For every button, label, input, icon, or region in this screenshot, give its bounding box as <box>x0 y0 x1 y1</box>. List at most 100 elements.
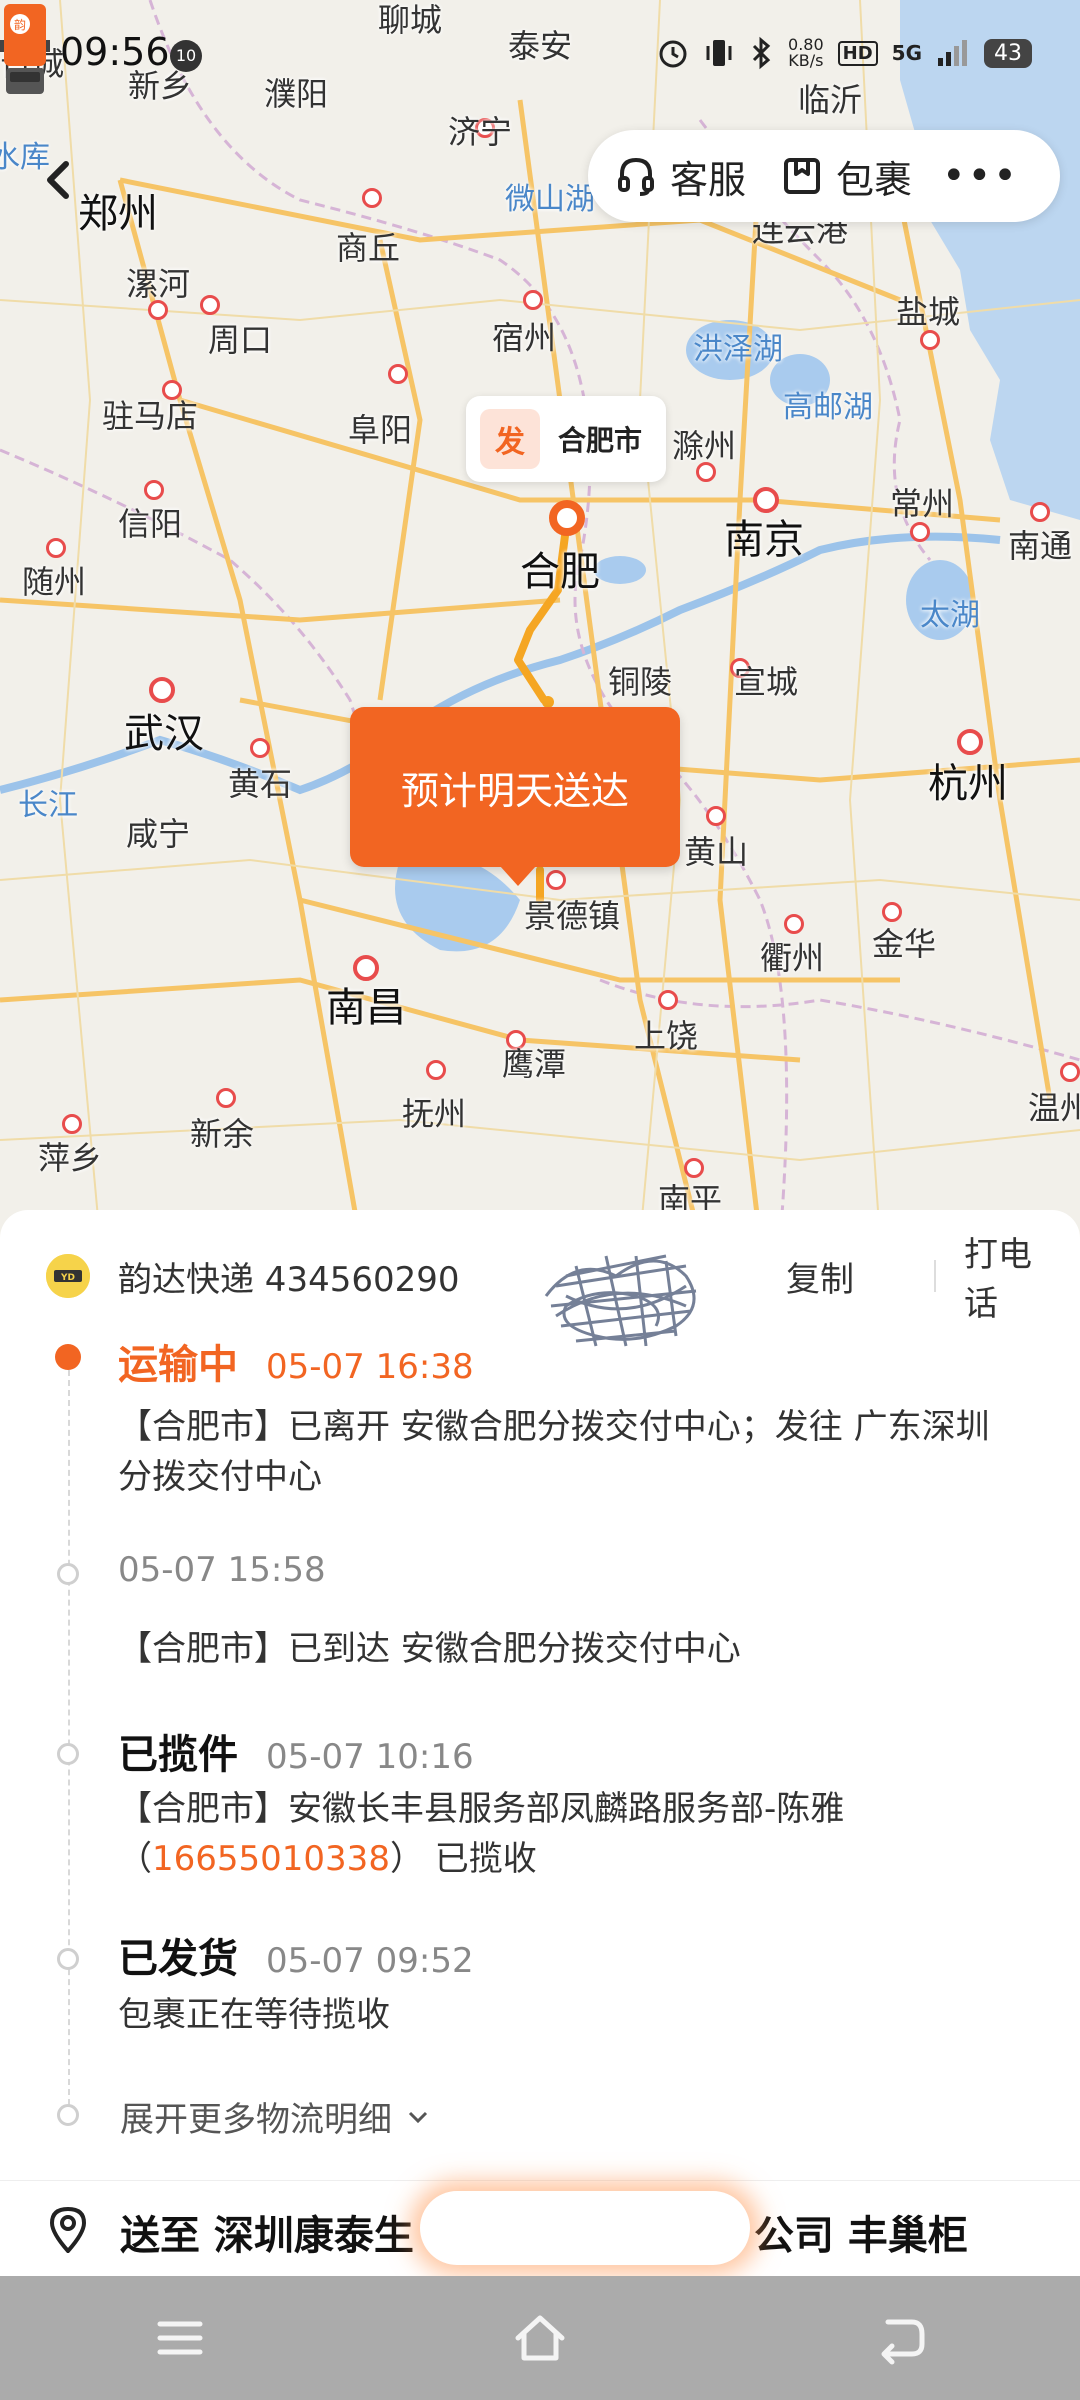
city-dot <box>62 1114 82 1134</box>
top-action-bar: 客服 包裹 ••• <box>588 130 1060 222</box>
map-label: 高邮湖 <box>783 390 873 425</box>
map-label: 滁州 <box>671 427 737 465</box>
map-label: 衢州 <box>759 939 825 977</box>
map-label: 随州 <box>21 563 87 601</box>
city-dot <box>216 1088 236 1108</box>
map-label: 杭州 <box>928 761 1008 807</box>
notification-badge: 10 <box>170 40 202 72</box>
timeline-status: 已揽件 <box>118 1732 238 1778</box>
map-label: 微山湖 <box>505 182 595 217</box>
map-label: 鹰潭 <box>501 1045 567 1083</box>
status-bar: 09:56 10 0.80 KB/s HD 5G 43 <box>0 0 1080 110</box>
tracking-number: 韵达快递 434560290 <box>118 1259 460 1300</box>
city-dot <box>46 538 66 558</box>
map-label: 铜陵 <box>607 663 673 701</box>
copy-button[interactable]: 复制 <box>786 1252 854 1301</box>
map-label: 盐城 <box>895 293 961 331</box>
city-dot <box>910 522 930 542</box>
net-speed: 0.80 KB/s <box>788 35 824 70</box>
back-arrow-icon[interactable] <box>30 150 90 210</box>
city-dot <box>388 364 408 384</box>
timeline-time: 05-07 15:58 <box>118 1550 326 1590</box>
menu-icon[interactable] <box>150 2308 210 2368</box>
map-label: 上饶 <box>633 1017 699 1055</box>
map-label: 济宁 <box>447 113 513 151</box>
timeline-desc: 包裹正在等待揽收 <box>118 1995 390 2035</box>
location-pin-icon <box>49 2206 87 2253</box>
customer-service-button[interactable]: 客服 <box>614 149 746 204</box>
city-dot <box>200 295 220 315</box>
map-label: 太湖 <box>920 598 980 633</box>
map-label: 南京 <box>724 517 804 563</box>
timeline-status: 已发货 <box>118 1936 238 1982</box>
package-label: 包裹 <box>836 157 913 202</box>
map-label: 金华 <box>871 925 937 963</box>
city-dot <box>1060 1062 1080 1082</box>
city-dot <box>149 677 175 703</box>
map-label: 景德镇 <box>523 897 621 935</box>
address-suffix: 公司 丰巢柜 <box>753 2213 968 2259</box>
vibrate-icon <box>706 40 732 66</box>
map-label: 周口 <box>207 321 273 359</box>
origin-marker[interactable]: 发 合肥市 <box>466 396 667 482</box>
courier-phone-link[interactable]: 16655010338 <box>152 1839 390 1879</box>
timeline-dot <box>57 2104 79 2126</box>
map-label: 宿州 <box>491 319 557 357</box>
timeline-desc: 【合肥市】已到达 安徽合肥分拨交付中心 <box>118 1629 741 1669</box>
city-dot <box>1030 502 1050 522</box>
chevron-down-icon <box>408 2111 428 2123</box>
package-icon <box>784 158 821 194</box>
courier-row: YD 韵达快递 434560290 复制 打电话 <box>46 1235 1036 1347</box>
home-icon[interactable] <box>510 2308 570 2368</box>
city-dot <box>706 806 726 826</box>
expand-details-button[interactable]: 展开更多物流明细 <box>120 2092 432 2141</box>
signal-5g: 5G <box>891 41 922 65</box>
eta-bubble: 预计明天送达 <box>350 707 680 867</box>
city-dot <box>920 330 940 350</box>
map-label: 萍乡 <box>37 1139 103 1177</box>
package-button[interactable]: 包裹 <box>780 149 912 204</box>
timeline-dot-active <box>55 1344 81 1370</box>
system-nav-bar <box>0 2276 1080 2400</box>
map-label: 阜阳 <box>347 411 413 449</box>
timeline-entry-header: 已揽件 05-07 10:16 <box>118 1722 474 1780</box>
city-dot <box>523 290 543 310</box>
origin-badge: 发 <box>480 409 540 469</box>
map-label: 咸宁 <box>125 815 191 853</box>
expand-details-label: 展开更多物流明细 <box>120 2100 392 2140</box>
origin-city: 合肥市 <box>558 424 643 457</box>
headset-icon <box>618 157 654 196</box>
map-label: 合肥 <box>520 549 600 595</box>
back-nav-icon[interactable] <box>870 2308 930 2368</box>
city-dot <box>426 1060 446 1080</box>
city-dot <box>784 914 804 934</box>
map-label: 抚州 <box>401 1095 467 1133</box>
delivery-address-bar[interactable]: 送至 深圳康泰生 公司 丰巢柜 <box>0 2180 1080 2277</box>
signal-icon <box>938 40 967 66</box>
timeline-entry-header: 已发货 05-07 09:52 <box>118 1926 474 1984</box>
timeline-desc: 【合肥市】已离开 安徽合肥分拨交付中心；发往 广东深圳分拨交付中心 <box>118 1407 990 1497</box>
call-button[interactable]: 打电话 <box>964 1227 1036 1325</box>
map-label: 武汉 <box>124 711 204 757</box>
eta-bubble-tail <box>500 866 536 886</box>
city-dot <box>546 870 566 890</box>
map-label: 新余 <box>189 1115 255 1153</box>
map-label: 南通 <box>1007 527 1073 565</box>
map-label: 商丘 <box>335 229 401 267</box>
timeline-dot <box>57 1948 79 1970</box>
divider <box>934 1260 936 1292</box>
timeline-desc: 【合肥市】安徽长丰县服务部凤麟路服务部-陈雅（16655010338） 已揽收 <box>118 1784 1018 1884</box>
more-icon[interactable]: ••• <box>942 153 1019 199</box>
redaction-mask <box>420 2191 750 2265</box>
svg-text:YD: YD <box>60 1273 75 1283</box>
tracking-sheet: YD 韵达快递 434560290 复制 打电话 运输中 05-07 16:38… <box>0 1210 1080 2277</box>
timeline-dot <box>57 1563 79 1585</box>
timeline-dot <box>57 1743 79 1765</box>
timeline-time: 05-07 09:52 <box>266 1941 474 1981</box>
battery-indicator: 43 <box>984 38 1032 68</box>
timeline-entry-header: 运输中 05-07 16:38 <box>118 1332 474 1390</box>
origin-point-icon <box>549 500 585 536</box>
timeline-entry-header: 05-07 15:58 <box>118 1550 326 1590</box>
bluetooth-icon <box>752 36 771 70</box>
timeline-time: 05-07 10:16 <box>266 1737 474 1777</box>
